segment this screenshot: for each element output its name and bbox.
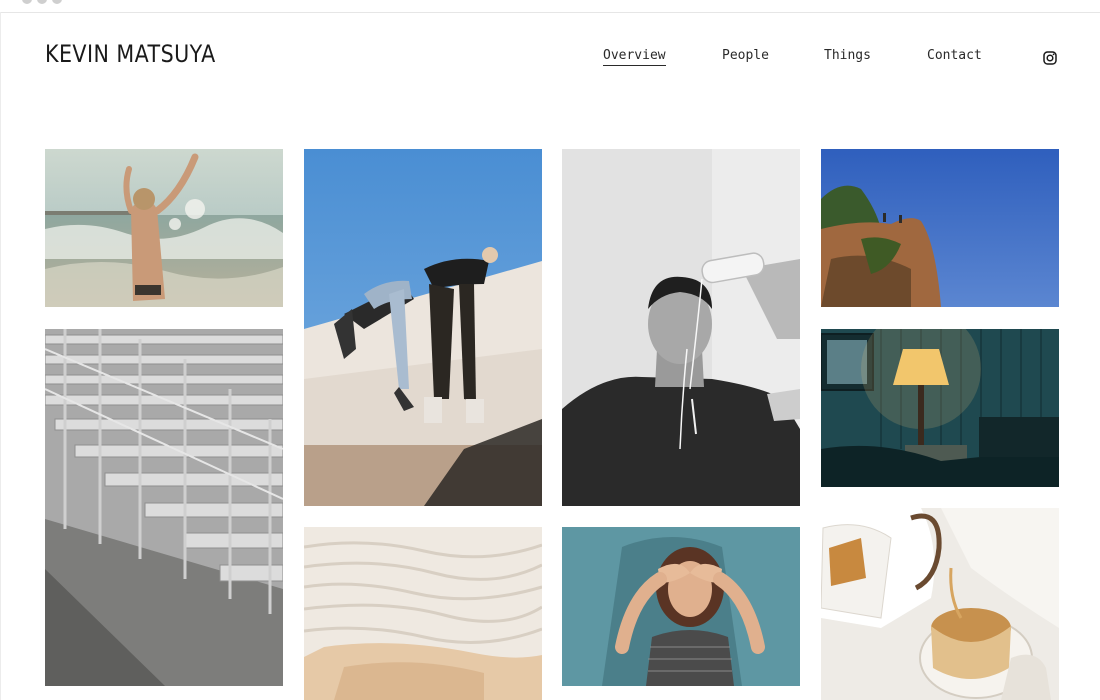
nav-item-things[interactable]: Things <box>824 48 871 65</box>
gallery-photo-tea[interactable] <box>821 508 1059 700</box>
nav-item-contact[interactable]: Contact <box>927 48 982 65</box>
window-maximize-dot[interactable] <box>52 0 62 4</box>
window-close-dot[interactable] <box>22 0 32 4</box>
nav-item-people[interactable]: People <box>722 48 769 65</box>
window-frame-edge <box>0 12 1 700</box>
gallery-photo-woman[interactable] <box>562 527 800 686</box>
gallery-photo-terraces[interactable] <box>304 527 542 700</box>
gallery-photo-bleachers[interactable] <box>45 329 283 686</box>
main-nav: Overview People Things Contact <box>0 48 1100 74</box>
gallery-photo-ocean[interactable] <box>45 149 283 307</box>
gallery-photo-lamp[interactable] <box>821 329 1059 487</box>
window-minimize-dot[interactable] <box>37 0 47 4</box>
gallery-photo-water[interactable] <box>562 149 800 506</box>
window-top-bar <box>0 0 1100 13</box>
gallery-photo-wall[interactable] <box>304 149 542 506</box>
gallery-photo-cliff[interactable] <box>821 149 1059 307</box>
instagram-icon[interactable] <box>1043 51 1057 65</box>
nav-item-overview[interactable]: Overview <box>603 48 666 66</box>
